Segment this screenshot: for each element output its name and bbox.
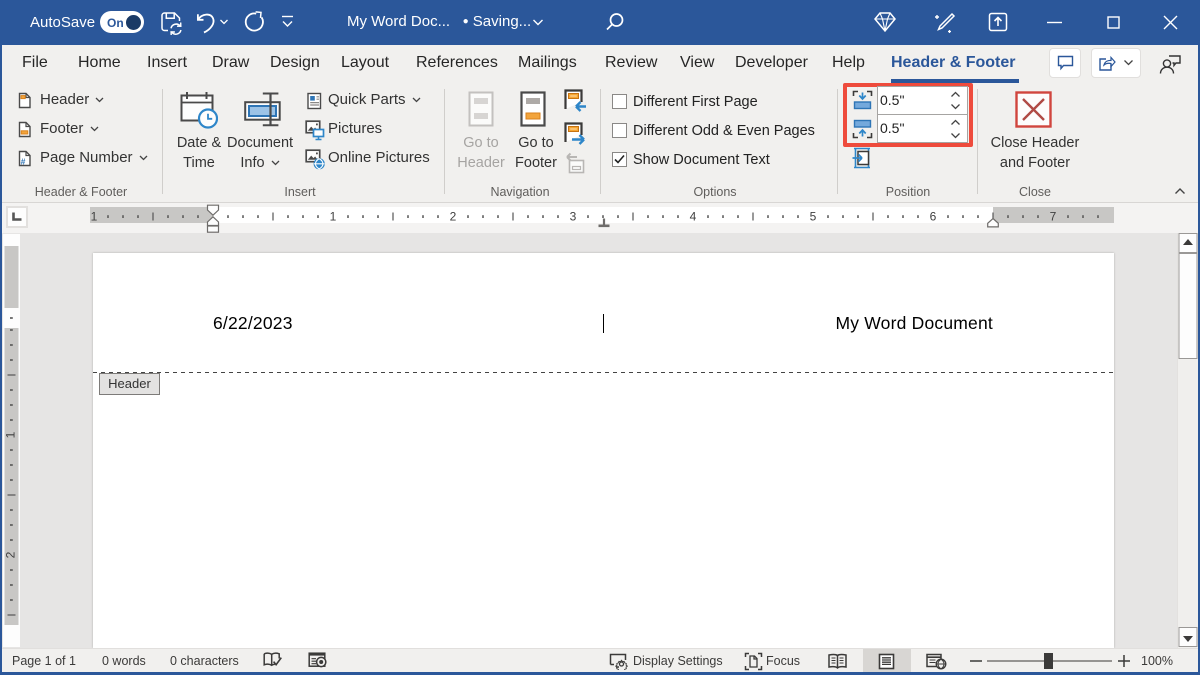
svg-text:#: # [21, 156, 26, 166]
svg-text:2: 2 [450, 210, 457, 224]
svg-text:3: 3 [570, 210, 577, 224]
svg-text:1: 1 [91, 210, 98, 224]
svg-text:2: 2 [4, 551, 18, 558]
svg-text:6: 6 [930, 210, 937, 224]
svg-text:1: 1 [330, 210, 337, 224]
svg-text:7: 7 [1050, 210, 1057, 224]
svg-text:4: 4 [690, 210, 697, 224]
svg-text:1: 1 [4, 431, 18, 438]
svg-text:5: 5 [810, 210, 817, 224]
